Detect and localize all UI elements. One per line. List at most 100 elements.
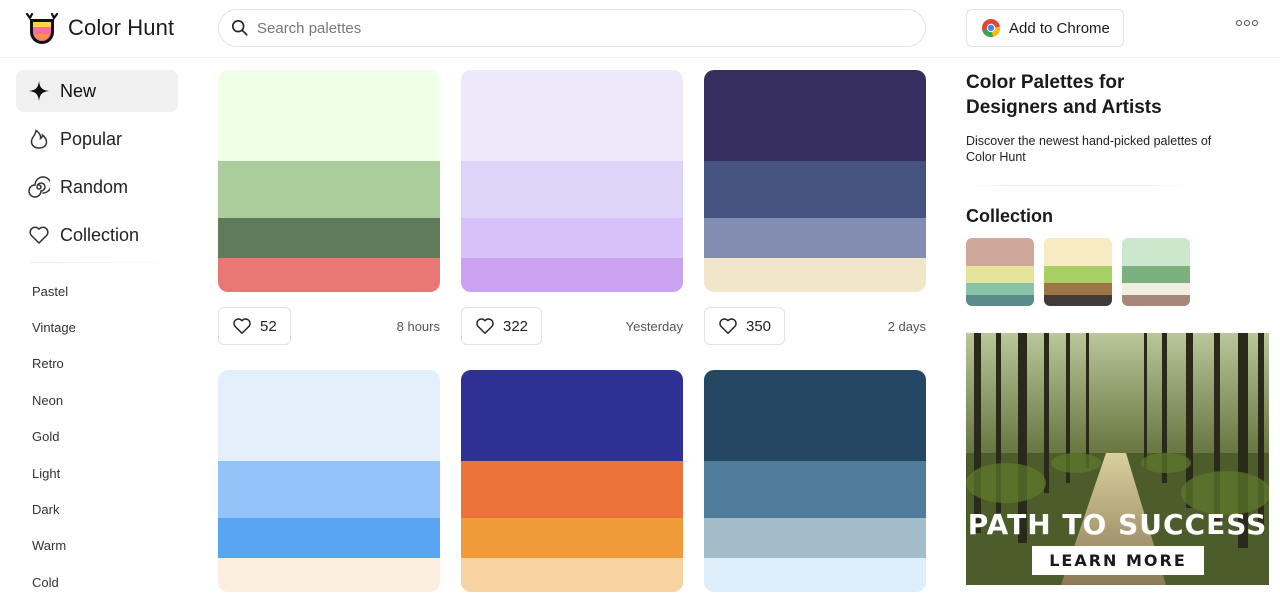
- tag-link-cold[interactable]: Cold: [16, 564, 178, 600]
- tag-link-warm[interactable]: Warm: [16, 528, 178, 564]
- like-button[interactable]: 52: [218, 307, 291, 345]
- color-hunt-logo-icon: [25, 12, 59, 44]
- top-bar: Color Hunt Add to Chrome: [0, 0, 1280, 58]
- color-band[interactable]: [704, 70, 926, 161]
- panel-subtitle: Discover the newest hand-picked palettes…: [966, 134, 1212, 164]
- color-band: [966, 266, 1034, 283]
- dot-icon: [1252, 20, 1258, 26]
- heart-icon: [476, 318, 494, 334]
- color-band: [1122, 238, 1190, 266]
- color-band[interactable]: [218, 518, 440, 558]
- sidebar: New Popular Random Collection Pastel Vin…: [16, 70, 178, 601]
- heart-icon: [719, 318, 737, 334]
- heart-icon: [233, 318, 251, 334]
- color-band[interactable]: [704, 218, 926, 258]
- palette-card: 52 8 hours: [218, 70, 440, 345]
- color-band[interactable]: [218, 558, 440, 592]
- palette-card: [461, 370, 683, 592]
- like-button[interactable]: 350: [704, 307, 786, 345]
- collection-palette[interactable]: [1044, 238, 1112, 306]
- sidebar-item-label: New: [60, 80, 97, 101]
- sidebar-item-new[interactable]: New: [16, 70, 178, 112]
- search-input[interactable]: [257, 19, 877, 37]
- like-button[interactable]: 322: [461, 307, 543, 345]
- color-band[interactable]: [218, 70, 440, 161]
- palette-card: [704, 370, 926, 592]
- like-count: 322: [503, 317, 529, 335]
- more-options-button[interactable]: [1236, 20, 1258, 26]
- palette-swatch[interactable]: [461, 370, 683, 592]
- palette-card: 322 Yesterday: [461, 70, 683, 345]
- brand-name: Color Hunt: [68, 15, 175, 40]
- tag-link-vintage[interactable]: Vintage: [16, 309, 178, 345]
- like-count: 52: [260, 317, 277, 335]
- color-band[interactable]: [461, 218, 683, 258]
- collection-palette[interactable]: [966, 238, 1034, 306]
- color-band[interactable]: [704, 370, 926, 461]
- color-band[interactable]: [461, 518, 683, 558]
- add-to-chrome-label: Add to Chrome: [1009, 19, 1110, 37]
- logo[interactable]: Color Hunt: [24, 10, 174, 46]
- color-band[interactable]: [704, 161, 926, 218]
- color-band[interactable]: [461, 558, 683, 592]
- sidebar-item-label: Popular: [60, 128, 123, 149]
- color-band[interactable]: [218, 461, 440, 518]
- advertisement[interactable]: PATH TO SUCCESS LEARN MORE: [966, 333, 1269, 585]
- tag-link-light[interactable]: Light: [16, 455, 178, 491]
- color-band: [966, 295, 1034, 306]
- tag-link-gold[interactable]: Gold: [16, 419, 178, 455]
- color-band: [966, 238, 1034, 266]
- color-band[interactable]: [704, 461, 926, 518]
- color-band[interactable]: [461, 370, 683, 461]
- collection-title: Collection: [966, 206, 1054, 226]
- color-band[interactable]: [218, 161, 440, 218]
- tag-link-dark[interactable]: Dark: [16, 491, 178, 527]
- add-to-chrome-button[interactable]: Add to Chrome: [966, 9, 1124, 47]
- color-band[interactable]: [461, 70, 683, 161]
- dot-icon: [1244, 20, 1250, 26]
- sparkle-icon: [29, 81, 49, 101]
- learn-more-button[interactable]: LEARN MORE: [1032, 546, 1204, 575]
- color-band: [1122, 283, 1190, 295]
- color-band[interactable]: [704, 518, 926, 558]
- palette-swatch[interactable]: [218, 370, 440, 592]
- tag-link-pastel[interactable]: Pastel: [16, 273, 178, 309]
- palette-meta: 322 Yesterday: [461, 307, 683, 345]
- sidebar-item-label: Collection: [60, 224, 140, 245]
- palette-swatch[interactable]: [704, 70, 926, 292]
- palette-swatch[interactable]: [704, 370, 926, 592]
- color-band: [1044, 295, 1112, 306]
- palette-card: 350 2 days: [704, 70, 926, 345]
- color-band[interactable]: [461, 258, 683, 292]
- sidebar-item-random[interactable]: Random: [16, 166, 178, 208]
- collection-palette[interactable]: [1122, 238, 1190, 306]
- color-band: [1122, 295, 1190, 306]
- heart-icon: [29, 226, 49, 244]
- color-band: [1044, 283, 1112, 295]
- color-band[interactable]: [704, 258, 926, 292]
- color-band[interactable]: [218, 218, 440, 258]
- search-icon: [231, 19, 248, 36]
- sidebar-item-label: Random: [60, 176, 129, 197]
- color-band[interactable]: [218, 370, 440, 461]
- color-band[interactable]: [704, 558, 926, 592]
- flame-icon: [30, 129, 48, 149]
- tag-link-retro[interactable]: Retro: [16, 346, 178, 382]
- color-band[interactable]: [461, 461, 683, 518]
- sidebar-item-popular[interactable]: Popular: [16, 118, 178, 160]
- dot-icon: [1236, 20, 1242, 26]
- collection-list: [966, 238, 1266, 306]
- color-band[interactable]: [218, 258, 440, 292]
- color-band: [1044, 238, 1112, 266]
- color-band: [1122, 266, 1190, 283]
- sidebar-item-collection[interactable]: Collection: [16, 214, 178, 256]
- palette-card: [218, 370, 440, 592]
- palette-time: 2 days: [887, 318, 926, 334]
- panel-divider: [966, 185, 1190, 186]
- search-bar[interactable]: [218, 9, 926, 47]
- palette-swatch[interactable]: [218, 70, 440, 292]
- spiral-icon: [28, 176, 50, 198]
- palette-swatch[interactable]: [461, 70, 683, 292]
- color-band[interactable]: [461, 161, 683, 218]
- tag-link-neon[interactable]: Neon: [16, 382, 178, 418]
